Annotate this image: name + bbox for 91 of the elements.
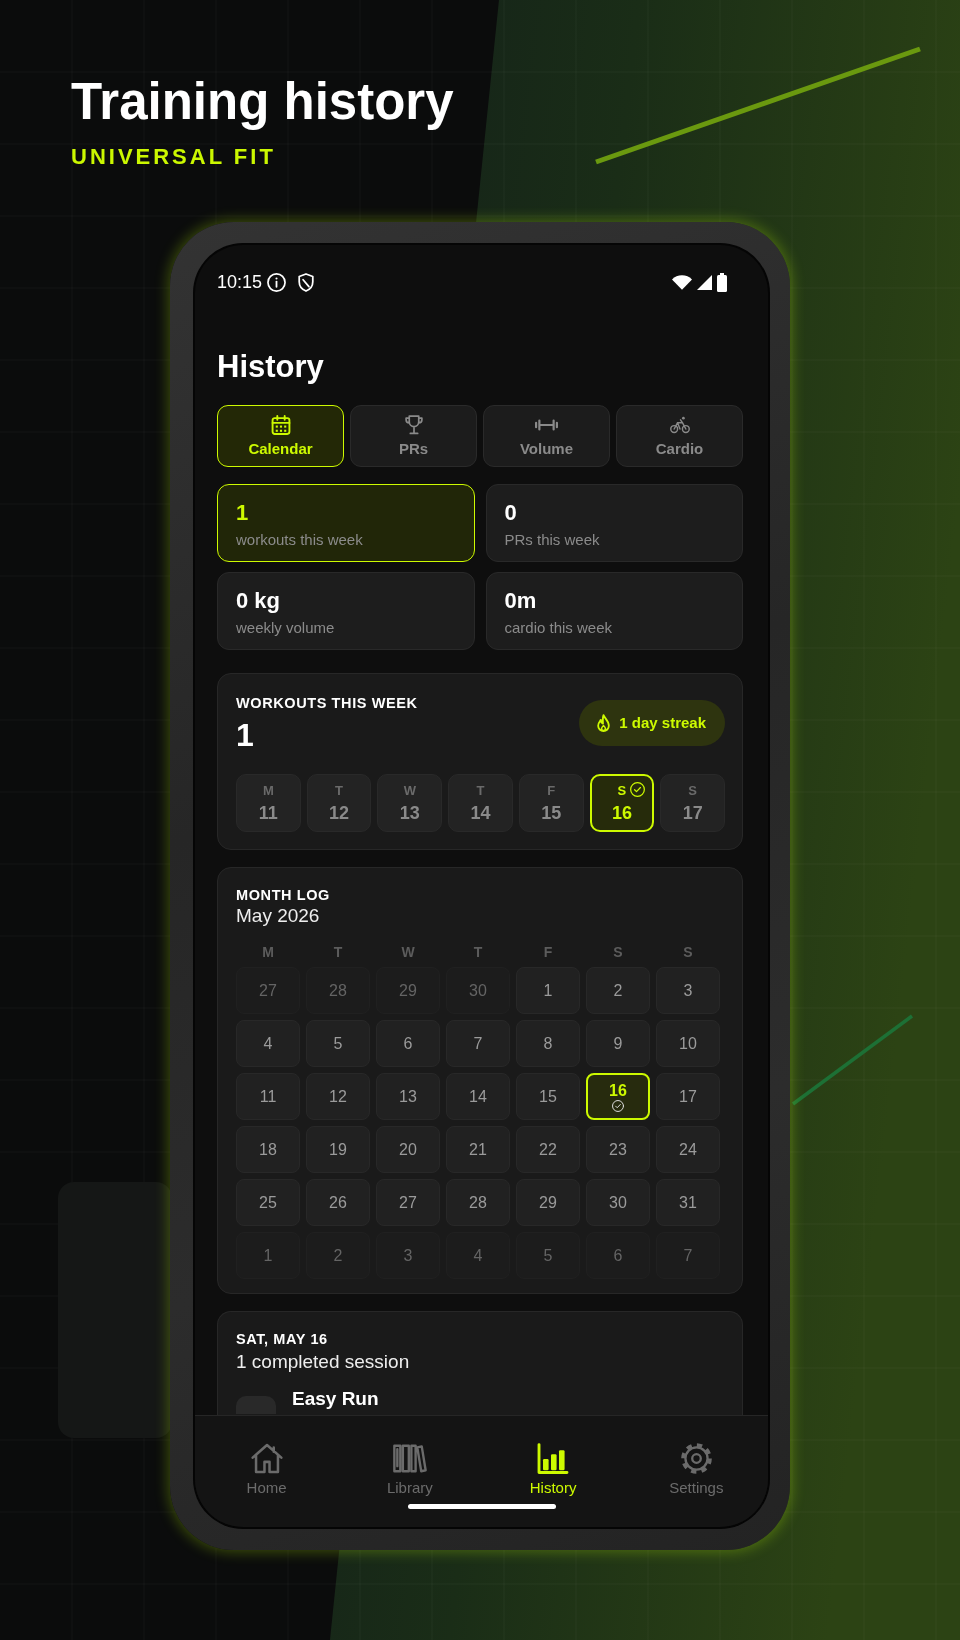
- day-chip[interactable]: S 16: [589, 774, 655, 832]
- calendar-day[interactable]: 24: [656, 1126, 720, 1173]
- stat-value: 1: [236, 500, 249, 526]
- calendar-day[interactable]: 14: [446, 1073, 510, 1120]
- stat-label: PRs this week: [504, 530, 600, 550]
- calendar-day[interactable]: 25: [236, 1179, 300, 1226]
- calendar-day[interactable]: 15: [516, 1073, 580, 1120]
- session-name: Easy Run: [292, 1388, 379, 1410]
- battery-icon: [717, 272, 727, 292]
- day-chip[interactable]: W 13: [377, 774, 443, 832]
- status-time: 10:15: [217, 271, 263, 293]
- info-icon: [267, 272, 287, 292]
- streak-label: 1 day streak: [619, 714, 706, 732]
- calendar-day[interactable]: 23: [586, 1126, 650, 1173]
- day-chip[interactable]: S 17: [660, 774, 725, 832]
- weekday-label: M: [262, 944, 274, 960]
- section-title: MONTH LOG: [236, 886, 330, 904]
- calendar-day[interactable]: 13: [376, 1073, 440, 1120]
- books-icon: [392, 1443, 427, 1474]
- calendar-day[interactable]: 12: [306, 1073, 370, 1120]
- bar-chart-icon: [537, 1443, 570, 1474]
- calendar-day[interactable]: 8: [516, 1020, 580, 1067]
- section-title: WORKOUTS THIS WEEK: [236, 694, 418, 712]
- day-chip[interactable]: T 12: [306, 774, 372, 832]
- weekday-label: F: [543, 944, 553, 960]
- day-chip[interactable]: F 15: [518, 774, 584, 832]
- calendar-day[interactable]: 20: [376, 1126, 440, 1173]
- flame-icon: [597, 713, 611, 733]
- nav-item[interactable]: History: [529, 1443, 577, 1497]
- calendar-day[interactable]: 26: [306, 1179, 370, 1226]
- screen-title: History: [217, 348, 325, 386]
- tab[interactable]: Calendar: [217, 405, 344, 467]
- calendar-day[interactable]: 29: [516, 1179, 580, 1226]
- calendar-day[interactable]: 31: [656, 1179, 720, 1226]
- tab[interactable]: Cardio: [616, 405, 743, 467]
- weekday-label: S: [613, 944, 623, 960]
- shield-icon: [298, 272, 315, 292]
- day-chip[interactable]: T 14: [448, 774, 513, 832]
- stat-label: cardio this week: [504, 618, 613, 638]
- session-summary: 1 completed session: [236, 1350, 410, 1374]
- nav-item[interactable]: Library: [386, 1443, 433, 1497]
- calendar-day[interactable]: 16: [586, 1073, 650, 1120]
- stat-value: 0: [504, 500, 517, 526]
- calendar-day[interactable]: 5: [306, 1020, 370, 1067]
- calendar-day[interactable]: 28: [306, 967, 370, 1014]
- brand-subtitle: UNIVERSAL FIT: [71, 144, 276, 170]
- stat-label: workouts this week: [236, 530, 363, 550]
- day-chip[interactable]: M 11: [236, 774, 301, 832]
- tab[interactable]: Volume: [483, 405, 610, 467]
- calendar-day[interactable]: 28: [446, 1179, 510, 1226]
- calendar-day[interactable]: 22: [516, 1126, 580, 1173]
- signal-icon: [697, 274, 712, 290]
- calendar-day[interactable]: 1: [236, 1232, 300, 1279]
- trophy-icon: [404, 414, 423, 435]
- calendar-day[interactable]: 3: [656, 967, 720, 1014]
- calendar-day[interactable]: 30: [586, 1179, 650, 1226]
- workout-count: 1: [236, 718, 254, 752]
- weekday-label: S: [683, 944, 693, 960]
- calendar-day[interactable]: 6: [586, 1232, 650, 1279]
- calendar-day[interactable]: 1: [516, 967, 580, 1014]
- bicycle-icon: [669, 414, 690, 435]
- calendar-day[interactable]: 2: [586, 967, 650, 1014]
- calendar-day[interactable]: 3: [376, 1232, 440, 1279]
- calendar-day[interactable]: 7: [446, 1020, 510, 1067]
- wifi-icon: [672, 274, 692, 290]
- tab[interactable]: PRs: [350, 405, 477, 467]
- hero-title: Training history: [71, 73, 454, 131]
- calendar-day[interactable]: 10: [656, 1020, 720, 1067]
- calendar-day[interactable]: 21: [446, 1126, 510, 1173]
- calendar-day[interactable]: 4: [446, 1232, 510, 1279]
- stat-value: 0 kg: [236, 588, 281, 614]
- calendar-day[interactable]: 27: [376, 1179, 440, 1226]
- weekday-label: W: [401, 944, 415, 960]
- calendar-icon: [270, 414, 291, 435]
- calendar-day[interactable]: 9: [586, 1020, 650, 1067]
- calendar-day[interactable]: 4: [236, 1020, 300, 1067]
- home-icon: [250, 1443, 283, 1474]
- settings-icon: [680, 1443, 712, 1474]
- month-label: May 2026: [236, 904, 320, 928]
- nav-item[interactable]: Settings: [669, 1443, 724, 1497]
- calendar-day[interactable]: 19: [306, 1126, 370, 1173]
- calendar-day[interactable]: 17: [656, 1073, 720, 1120]
- stat-value: 0m: [504, 588, 537, 614]
- calendar-day[interactable]: 6: [376, 1020, 440, 1067]
- stat-label: weekly volume: [236, 618, 335, 638]
- weekday-label: T: [473, 944, 483, 960]
- calendar-day[interactable]: 11: [236, 1073, 300, 1120]
- section-title: SAT, MAY 16: [236, 1330, 328, 1348]
- nav-item[interactable]: Home: [246, 1443, 287, 1497]
- calendar-day[interactable]: 18: [236, 1126, 300, 1173]
- weekday-label: T: [333, 944, 343, 960]
